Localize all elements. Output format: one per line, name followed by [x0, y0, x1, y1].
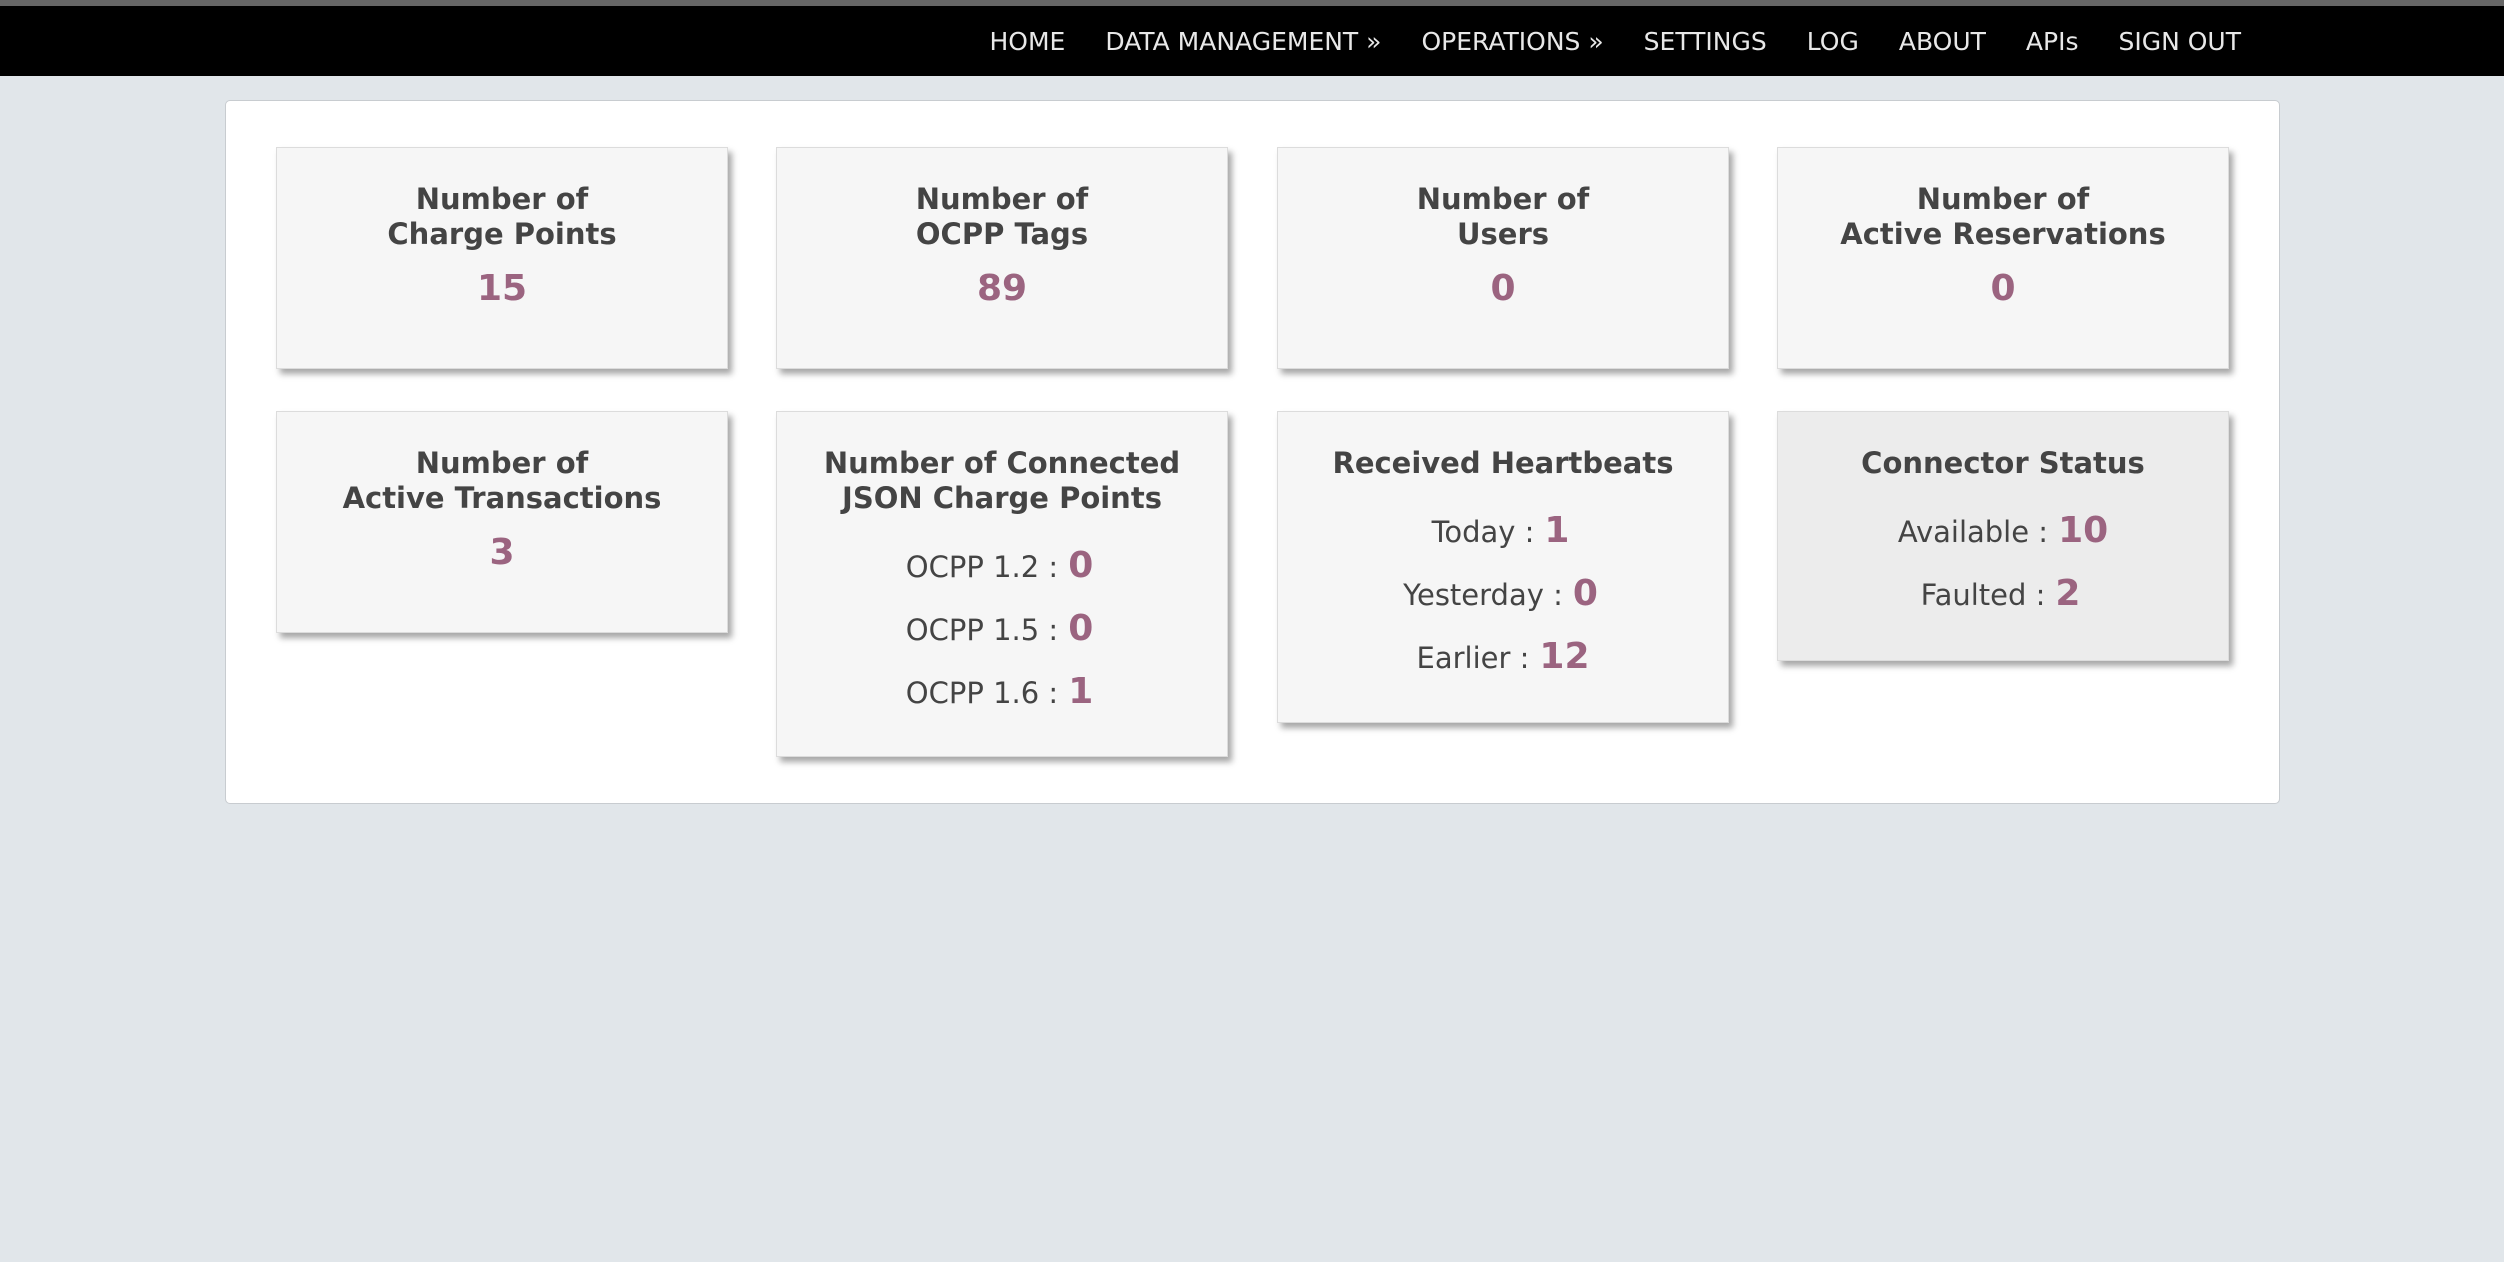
ocpp-16-row: OCPP 1.6 : 1: [905, 671, 1094, 712]
tile-title: Number of Connected JSON Charge Points: [823, 446, 1181, 515]
ocpp-15-row: OCPP 1.5 : 0: [905, 608, 1094, 649]
connector-faulted-row: Faulted : 2: [1920, 573, 2081, 614]
tile-active-transactions[interactable]: Number of Active Transactions 3: [276, 411, 728, 633]
tile-ocpp-tags[interactable]: Number of OCPP Tags 89: [776, 147, 1228, 369]
tile-title: Number of OCPP Tags: [915, 182, 1089, 251]
heartbeat-today-row: Today : 1: [1431, 510, 1570, 551]
tile-active-reservations[interactable]: Number of Active Reservations 0: [1777, 147, 2229, 369]
tile-title: Number of Active Transactions: [342, 446, 662, 515]
tile-title: Number of Active Reservations: [1840, 182, 2166, 251]
users-count: 0: [1490, 268, 1516, 309]
tile-title: Number of Users: [1416, 182, 1590, 251]
nav-sign-out[interactable]: SIGN OUT: [2118, 27, 2241, 56]
ocpp-12-row: OCPP 1.2 : 0: [905, 545, 1094, 586]
ocpp-tags-count: 89: [976, 268, 1028, 309]
reservations-count: 0: [1990, 268, 2016, 309]
connector-status-list: Available : 10 Faulted : 2: [1778, 499, 2228, 625]
nav-apis[interactable]: APIs: [2026, 27, 2079, 56]
tile-title: Number of Charge Points: [387, 182, 617, 251]
ocpp-version-list: OCPP 1.2 : 0 OCPP 1.5 : 0 OCPP 1.6 : 1: [777, 534, 1227, 723]
tile-connected-json-charge-points[interactable]: Number of Connected JSON Charge Points O…: [776, 411, 1228, 757]
tile-title: Connector Status: [1861, 446, 2145, 480]
nav-about[interactable]: ABOUT: [1899, 27, 1986, 56]
tile-received-heartbeats[interactable]: Received Heartbeats Today : 1 Yesterday …: [1277, 411, 1729, 723]
tile-charge-points[interactable]: Number of Charge Points 15: [276, 147, 728, 369]
transactions-count: 3: [489, 532, 515, 573]
heartbeat-earlier-row: Earlier : 12: [1416, 636, 1590, 677]
top-navbar: HOME DATA MANAGEMENT » OPERATIONS » SETT…: [0, 6, 2504, 76]
tile-users[interactable]: Number of Users 0: [1277, 147, 1729, 369]
tile-title: Received Heartbeats: [1332, 446, 1674, 480]
heartbeat-list: Today : 1 Yesterday : 0 Earlier : 12: [1278, 499, 1728, 688]
dashboard-panel: Number of Charge Points 15 Number of OCP…: [225, 100, 2280, 804]
heartbeat-yesterday-row: Yesterday : 0: [1403, 573, 1598, 614]
nav-data-management[interactable]: DATA MANAGEMENT »: [1105, 27, 1381, 56]
nav-menu: HOME DATA MANAGEMENT » OPERATIONS » SETT…: [949, 6, 2241, 76]
tile-connector-status[interactable]: Connector Status Available : 10 Faulted …: [1777, 411, 2229, 661]
charge-points-count: 15: [476, 268, 528, 309]
nav-home[interactable]: HOME: [989, 27, 1065, 56]
nav-log[interactable]: LOG: [1807, 27, 1859, 56]
nav-settings[interactable]: SETTINGS: [1644, 27, 1767, 56]
nav-operations[interactable]: OPERATIONS »: [1421, 27, 1603, 56]
connector-available-row: Available : 10: [1897, 510, 2109, 551]
